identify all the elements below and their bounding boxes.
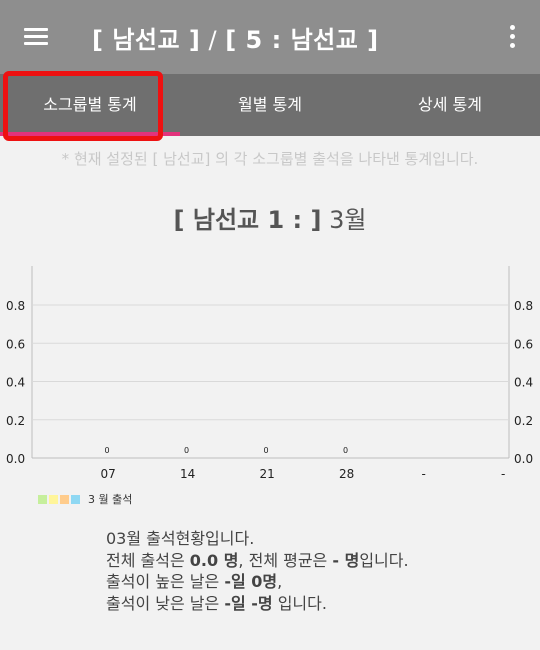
summary-line-4-suffix: 입니다. bbox=[272, 593, 327, 613]
more-options-icon[interactable] bbox=[510, 25, 516, 49]
legend-swatch bbox=[38, 495, 47, 504]
chart-legend: 3 월 출석 bbox=[38, 491, 132, 507]
summary-average-value: - 명 bbox=[332, 550, 360, 570]
summary-high-label: 출석이 높은 날은 bbox=[106, 572, 225, 591]
summary-low-label: 출석이 낮은 날은 bbox=[106, 593, 225, 613]
y-tick-label-left: 0.8 bbox=[6, 299, 25, 313]
y-tick-label-left: 0.0 bbox=[6, 452, 25, 466]
summary-line-4: 출석이 낮은 날은 -일 -명 입니다. bbox=[106, 593, 409, 615]
chart-title: [ 남선교 1 : ] 3월 bbox=[0, 200, 540, 235]
y-tick-label-right: 0.2 bbox=[514, 414, 533, 428]
x-tick-label: - bbox=[422, 467, 426, 481]
y-tick-label-left: 0.2 bbox=[6, 414, 25, 428]
y-tick-label-left: 0.6 bbox=[6, 337, 25, 351]
tab-monthly-stats[interactable]: 월별 통계 bbox=[180, 74, 360, 136]
y-tick-label-right: 0.8 bbox=[514, 299, 533, 313]
summary-total-label: 전체 출석은 bbox=[106, 550, 190, 570]
x-tick-label: 28 bbox=[339, 467, 354, 481]
summary-line-3: 출석이 높은 날은 -일 0명, bbox=[106, 571, 409, 593]
summary-high-value: -일 0명 bbox=[224, 572, 278, 591]
title-separator: / bbox=[200, 26, 226, 54]
bar-value-label: 0 bbox=[105, 446, 110, 455]
bar-value-label: 0 bbox=[264, 446, 269, 455]
y-tick-label-right: 0.0 bbox=[514, 452, 533, 466]
page-title: [ 남선교 ] / [ 5 : 남선교 ] bbox=[92, 20, 379, 55]
chart-title-month: 3월 bbox=[321, 206, 367, 234]
summary-average-label: , 전체 평균은 bbox=[238, 550, 333, 570]
summary-line-2-suffix: 입니다. bbox=[359, 550, 409, 570]
bar-value-label: 0 bbox=[184, 446, 189, 455]
legend-label: 3 월 출석 bbox=[88, 493, 133, 506]
x-tick-label: - bbox=[501, 467, 505, 481]
menu-icon[interactable] bbox=[24, 28, 48, 46]
legend-swatch bbox=[60, 495, 69, 504]
summary-total-value: 0.0 명 bbox=[189, 550, 239, 570]
title-subgroup: [ 5 : 남선교 ] bbox=[225, 26, 379, 54]
notice-text: * 현재 설정된 [ 남선교] 의 각 소그룹별 출석을 나타낸 통계입니다. bbox=[61, 150, 479, 168]
y-tick-label-right: 0.4 bbox=[514, 376, 533, 390]
app-bar: [ 남선교 ] / [ 5 : 남선교 ] bbox=[0, 0, 540, 74]
legend-swatch bbox=[71, 495, 80, 504]
y-tick-label-left: 0.4 bbox=[6, 376, 25, 390]
x-tick-label: 21 bbox=[260, 467, 275, 481]
summary-low-value: -일 -명 bbox=[224, 593, 273, 613]
summary-line-3-suffix: , bbox=[277, 572, 283, 591]
summary-line-1: 03월 출석현황입니다. bbox=[106, 529, 255, 548]
attendance-summary: 03월 출석현황입니다. 전체 출석은 0.0 명, 전체 평균은 - 명입니다… bbox=[106, 528, 409, 614]
title-group: [ 남선교 ] bbox=[92, 26, 201, 54]
attendance-chart: 0.0 0.0 0.2 0.2 0.4 0.4 0.6 0.6 0.8 0.8 07 14 21 28 - -… bbox=[6, 266, 533, 481]
chart-title-group: [ 남선교 1 : ] bbox=[173, 206, 322, 234]
summary-line-2: 전체 출석은 0.0 명, 전체 평균은 - 명입니다. bbox=[106, 550, 409, 572]
x-tick-label: 07 bbox=[101, 467, 116, 481]
bar-value-label: 0 bbox=[343, 446, 348, 455]
highlight-box bbox=[3, 71, 163, 141]
legend-swatch bbox=[49, 495, 58, 504]
y-tick-label-right: 0.6 bbox=[514, 337, 533, 351]
tab-detail-stats[interactable]: 상세 통계 bbox=[360, 74, 540, 136]
x-tick-label: 14 bbox=[180, 467, 195, 481]
